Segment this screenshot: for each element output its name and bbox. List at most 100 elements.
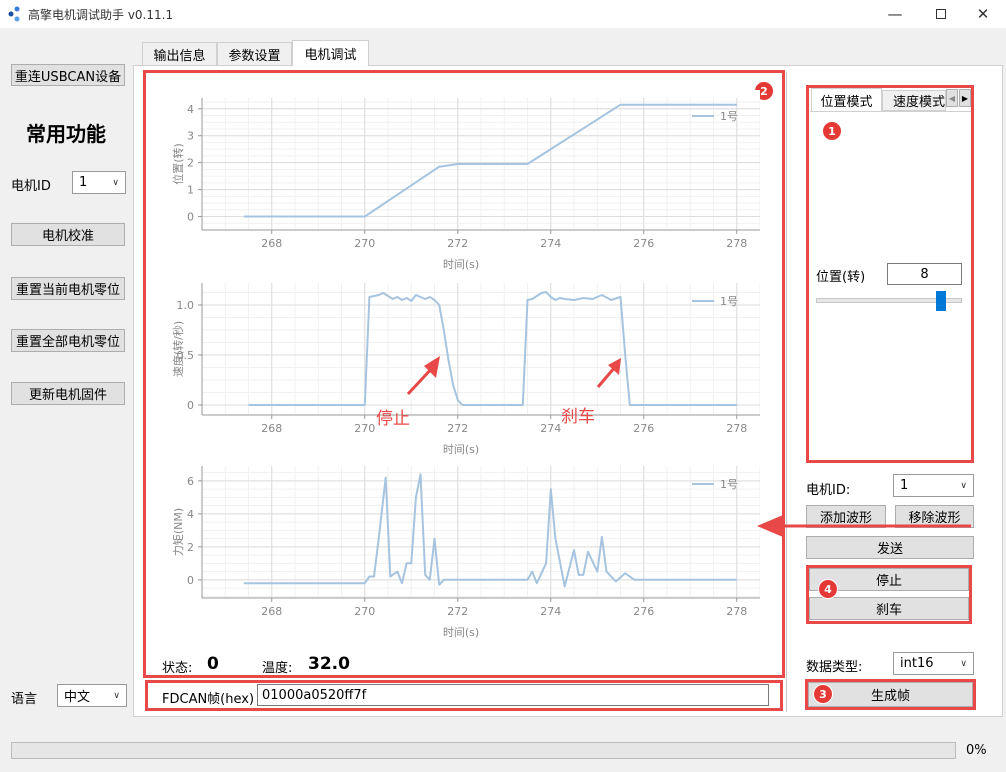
reset-all-zero-button[interactable]: 重置全部电机零位 [11, 329, 125, 352]
title-bar: 高擎电机调试助手 v0.11.1 — ✕ [0, 0, 1006, 28]
x-tick-label: 278 [726, 237, 747, 250]
tab-velocity-mode[interactable]: 速度模式 [882, 90, 946, 111]
x-tick-label: 276 [633, 422, 654, 435]
chevron-down-icon: ∨ [113, 690, 120, 701]
language-select[interactable]: 中文 ∨ [57, 684, 127, 707]
y-tick-label: 4 [187, 103, 194, 116]
x-tick-label: 270 [354, 422, 375, 435]
position-input[interactable]: 8 [887, 263, 962, 285]
tab-output-info[interactable]: 输出信息 [142, 42, 217, 65]
badge-3: 3 [813, 684, 833, 704]
data-type-label: 数据类型: [806, 660, 863, 675]
state-value: 0 [207, 654, 219, 674]
y-tick-label: 3 [187, 130, 194, 143]
sidebar-heading: 常用功能 [26, 122, 106, 146]
y-tick-label: 1.0 [177, 299, 195, 312]
language-value: 中文 [64, 690, 91, 705]
controls-motor-id-label: 电机ID: [806, 483, 851, 498]
y-axis-label: 力矩(NM) [172, 508, 185, 556]
x-axis-label: 时间(s) [443, 258, 479, 271]
y-axis-label: 速度(转/秒) [171, 321, 185, 377]
progress-text: 0% [966, 743, 987, 758]
data-type-value: int16 [900, 656, 934, 671]
temperature-label: 温度: [262, 661, 293, 676]
state-label: 状态: [162, 661, 193, 676]
reconnect-usbcan-button[interactable]: 重连USBCAN设备 [11, 64, 125, 86]
close-icon: ✕ [976, 5, 990, 23]
language-label: 语言 [11, 692, 38, 707]
y-tick-label: 2 [187, 541, 194, 554]
calibrate-button[interactable]: 电机校准 [11, 223, 125, 246]
x-tick-label: 278 [726, 422, 747, 435]
x-axis-label: 时间(s) [443, 626, 479, 639]
triangle-left-icon: ◀ [948, 93, 956, 103]
motor-id-label: 电机ID [11, 179, 51, 194]
tab-motor-debug[interactable]: 电机调试 [292, 40, 369, 66]
x-tick-label: 272 [447, 605, 468, 618]
mode-tab-divider [810, 111, 971, 112]
maximize-icon [936, 9, 946, 19]
temperature-value: 32.0 [308, 654, 350, 674]
brake-arrow-icon [596, 358, 621, 388]
fdcan-hex-input[interactable]: 01000a0520ff7f [257, 684, 769, 706]
x-tick-label: 274 [540, 605, 561, 618]
x-tick-label: 272 [447, 422, 468, 435]
minimize-button[interactable]: — [872, 0, 918, 28]
motor-id-value: 1 [79, 175, 88, 190]
window-title: 高擎电机调试助手 v0.11.1 [28, 8, 174, 22]
pointer-arrow-icon [757, 515, 971, 537]
tab-scroll-right-button[interactable]: ▶ [959, 89, 971, 107]
x-tick-label: 268 [261, 237, 282, 250]
torque-chart: 268 270 272 274 276 278 0 2 4 6 时间(s) 力矩(NM) 1号 [160, 458, 760, 643]
y-tick-label: 0 [187, 211, 194, 224]
send-button[interactable]: 发送 [806, 536, 974, 559]
motor-id-select[interactable]: 1 ∨ [72, 171, 126, 194]
stop-arrow-icon [406, 356, 440, 396]
y-tick-label: 0 [187, 574, 194, 587]
chevron-down-icon: ∨ [960, 480, 967, 491]
triangle-right-icon: ▶ [961, 93, 969, 103]
x-tick-label: 270 [354, 237, 375, 250]
x-tick-label: 276 [633, 237, 654, 250]
legend-label: 1号 [720, 295, 738, 308]
x-tick-label: 268 [261, 605, 282, 618]
x-tick-label: 274 [540, 237, 561, 250]
y-tick-label: 0 [187, 399, 194, 412]
x-tick-label: 272 [447, 237, 468, 250]
minimize-icon: — [887, 5, 903, 23]
controls-motor-id-select[interactable]: 1 ∨ [893, 474, 974, 497]
x-tick-label: 276 [633, 605, 654, 618]
update-firmware-button[interactable]: 更新电机固件 [11, 382, 125, 405]
brake-annotation: 刹车 [561, 407, 595, 427]
chevron-down-icon: ∨ [112, 177, 119, 188]
controls-motor-id-value: 1 [900, 478, 909, 493]
splitter[interactable] [786, 72, 787, 712]
x-tick-label: 268 [261, 422, 282, 435]
velocity-chart: 268 270 272 274 276 27800.51.0时间(s)速度(转/秒)1号 [160, 275, 760, 460]
tab-param-settings[interactable]: 参数设置 [217, 42, 292, 65]
y-tick-label: 6 [187, 475, 194, 488]
position-label: 位置(转) [816, 270, 866, 285]
badge-1: 1 [822, 121, 842, 141]
position-slider-thumb[interactable] [935, 291, 946, 311]
badge-4: 4 [818, 579, 838, 599]
close-button[interactable]: ✕ [960, 0, 1006, 28]
tab-position-mode[interactable]: 位置模式 [811, 88, 882, 111]
y-tick-label: 2 [187, 157, 194, 170]
data-type-select[interactable]: int16 ∨ [893, 652, 974, 675]
brake-button[interactable]: 刹车 [809, 597, 969, 620]
chevron-down-icon: ∨ [960, 658, 967, 669]
legend-label: 1号 [720, 478, 738, 491]
legend-label: 1号 [720, 110, 738, 123]
reset-current-zero-button[interactable]: 重置当前电机零位 [11, 277, 125, 300]
x-tick-label: 278 [726, 605, 747, 618]
y-tick-label: 4 [187, 508, 194, 521]
x-tick-label: 270 [354, 605, 375, 618]
position-chart: 268 270 272 274 276 278 0 1 2 3 4 时间(s) 位置(转) 1号 [160, 90, 760, 275]
app-logo-icon [8, 6, 20, 22]
y-tick-label: 1 [187, 184, 194, 197]
tab-scroll-left-button[interactable]: ◀ [946, 89, 958, 107]
maximize-button[interactable] [918, 0, 964, 28]
fdcan-label: FDCAN帧(hex) [162, 692, 255, 707]
y-axis-label: 位置(转) [171, 143, 185, 185]
